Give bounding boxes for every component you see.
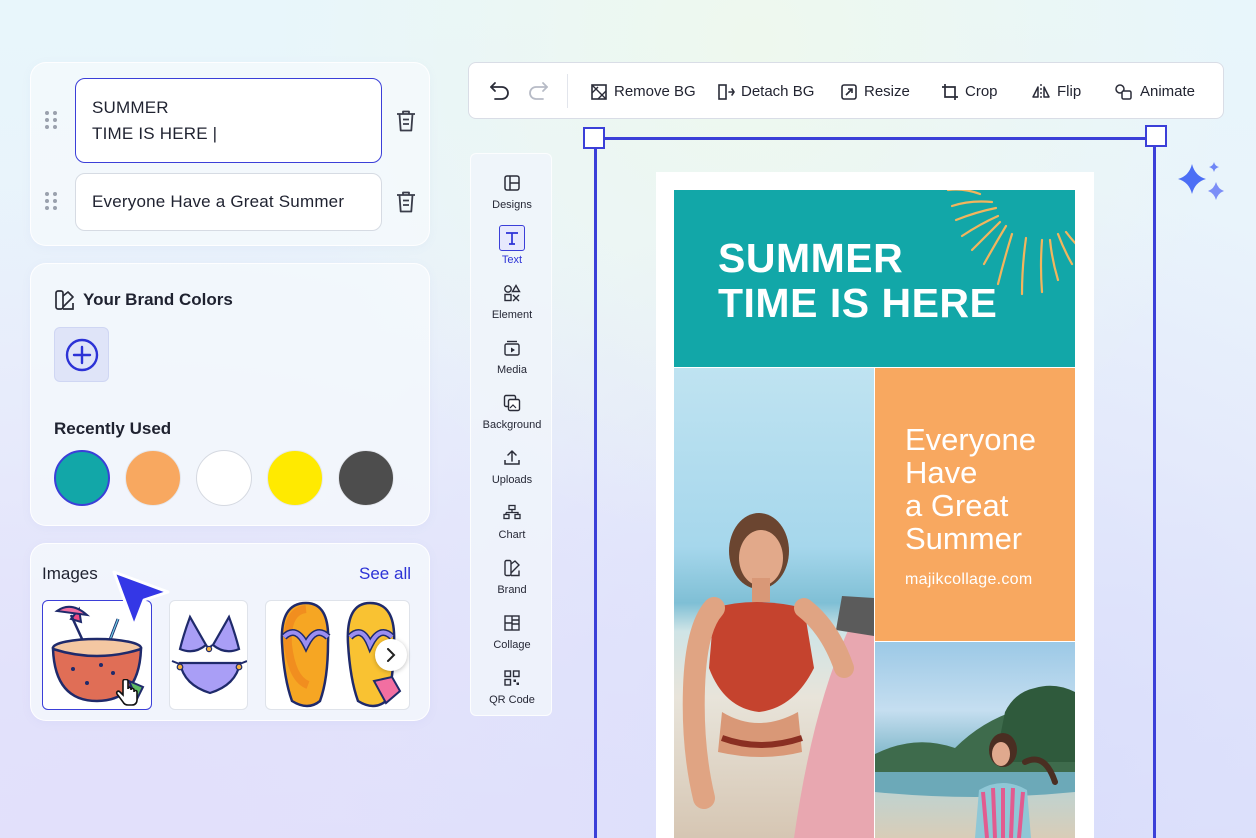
image-thumb-bikini[interactable] xyxy=(169,600,248,710)
crop-button[interactable]: Crop xyxy=(941,63,998,120)
nav-label: Element xyxy=(491,309,533,321)
detach-bg-button[interactable]: Detach BG xyxy=(717,63,814,120)
detach-bg-icon xyxy=(718,83,735,100)
undo-icon[interactable] xyxy=(489,81,511,101)
nav-item-uploads[interactable]: Uploads xyxy=(471,440,553,495)
flip-label: Flip xyxy=(1057,83,1082,100)
nav-item-qr-code[interactable]: QR Code xyxy=(471,660,553,715)
crop-icon xyxy=(942,83,958,100)
nav-label: Text xyxy=(501,254,523,266)
upload-icon xyxy=(504,449,520,465)
nav-label: Chart xyxy=(498,529,526,541)
nav-item-designs[interactable]: Designs xyxy=(471,165,553,220)
text-layer-row: Everyone Have a Great Summer xyxy=(31,173,429,231)
nav-label: Background xyxy=(482,419,542,431)
nav-label: Uploads xyxy=(491,474,533,486)
redo-icon[interactable] xyxy=(527,81,549,101)
background-icon xyxy=(503,394,521,412)
brand-palette-icon xyxy=(55,290,74,310)
qr-code-icon xyxy=(504,670,520,686)
designs-icon xyxy=(504,175,520,191)
selection-border-top xyxy=(594,137,1156,140)
resize-label: Resize xyxy=(864,83,910,100)
images-card: Images See all xyxy=(30,543,430,721)
color-swatch-dark-gray[interactable] xyxy=(338,450,394,506)
chevron-right-icon xyxy=(387,648,396,662)
nav-item-brand[interactable]: Brand xyxy=(471,550,553,605)
poster-subheading-box[interactable]: Everyone Have a Great Summer majikcollag… xyxy=(875,368,1075,641)
nav-label: Collage xyxy=(493,639,531,651)
resize-icon xyxy=(841,83,857,100)
flip-icon xyxy=(1032,83,1050,100)
hand-cursor-icon xyxy=(115,679,138,706)
chart-icon xyxy=(503,504,521,520)
subheading-text-field[interactable]: Everyone Have a Great Summer xyxy=(75,173,382,231)
flip-button[interactable]: Flip xyxy=(1031,63,1081,120)
poster-header-band[interactable]: SUMMER TIME IS HERE xyxy=(674,190,1075,367)
see-all-link[interactable]: See all xyxy=(359,564,411,584)
poster-subheading-text[interactable]: Everyone Have a Great Summer xyxy=(905,423,1036,555)
detach-bg-label: Detach BG xyxy=(741,83,815,100)
brand-icon xyxy=(504,559,520,577)
animate-button[interactable]: Animate xyxy=(1114,63,1195,120)
trash-icon[interactable] xyxy=(395,190,417,214)
woman-shore-illustration xyxy=(875,685,1075,838)
toolbar-divider xyxy=(567,74,568,108)
text-icon xyxy=(506,232,518,245)
color-swatch-teal[interactable] xyxy=(54,450,110,506)
bikini-icon xyxy=(171,614,247,695)
media-icon xyxy=(504,340,520,356)
nav-item-chart[interactable]: Chart xyxy=(471,495,553,550)
animate-icon xyxy=(1115,83,1132,100)
nav-item-element[interactable]: Element xyxy=(471,275,553,330)
nav-item-background[interactable]: Background xyxy=(471,385,553,440)
selection-border-right xyxy=(1153,137,1156,838)
selection-border-left xyxy=(594,137,597,838)
nav-item-media[interactable]: Media xyxy=(471,330,553,385)
drag-handle-icon[interactable] xyxy=(45,192,59,212)
side-navigation: Designs Text Element Media Background Up… xyxy=(470,153,552,716)
crop-label: Crop xyxy=(965,83,998,100)
collage-icon xyxy=(504,615,520,631)
color-swatch-orange[interactable] xyxy=(125,450,181,506)
trash-icon[interactable] xyxy=(395,109,417,133)
images-title: Images xyxy=(42,564,98,583)
remove-bg-label: Remove BG xyxy=(614,83,696,100)
nav-label: Media xyxy=(497,364,527,376)
remove-bg-button[interactable]: Remove BG xyxy=(590,63,696,120)
remove-bg-icon xyxy=(591,83,607,100)
brand-colors-card: Your Brand Colors Recently Used xyxy=(30,263,430,526)
image-toolbar: Remove BG Detach BG Resize Crop Flip Ani… xyxy=(468,62,1224,119)
animate-label: Animate xyxy=(1140,83,1196,100)
drag-handle-icon[interactable] xyxy=(45,111,59,131)
woman-surfboard-illustration xyxy=(682,513,874,838)
add-brand-color-button[interactable] xyxy=(54,327,109,382)
next-images-button[interactable] xyxy=(375,639,407,671)
sun-rays-decoration-icon xyxy=(946,190,1075,296)
brand-colors-title: Your Brand Colors xyxy=(83,290,233,309)
beach-photo-woman-shore[interactable] xyxy=(875,642,1075,838)
element-icon xyxy=(504,284,521,302)
nav-label: Brand xyxy=(497,584,527,596)
color-swatch-white[interactable] xyxy=(196,450,252,506)
color-swatch-yellow[interactable] xyxy=(267,450,323,506)
text-layers-card: SUMMER TIME IS HERE | Everyone Have a Gr… xyxy=(30,62,430,246)
ai-sparkle-icon xyxy=(1178,162,1224,200)
beach-photo-woman-surfboard[interactable] xyxy=(674,368,874,838)
nav-item-text[interactable]: Text xyxy=(471,220,553,275)
arrow-pointer-icon xyxy=(112,570,170,628)
plus-circle-icon xyxy=(65,338,98,371)
nav-label: QR Code xyxy=(489,694,535,706)
nav-label: Designs xyxy=(492,199,532,211)
recently-used-title: Recently Used xyxy=(54,419,172,438)
heading-text-field[interactable]: SUMMER TIME IS HERE | xyxy=(75,78,382,163)
nav-item-collage[interactable]: Collage xyxy=(471,605,553,660)
text-layer-row: SUMMER TIME IS HERE | xyxy=(31,78,429,164)
resize-handle-top-left[interactable] xyxy=(583,127,605,149)
poster-url-text[interactable]: majikcollage.com xyxy=(905,571,1033,589)
resize-handle-top-right[interactable] xyxy=(1145,125,1167,147)
resize-button[interactable]: Resize xyxy=(840,63,910,120)
